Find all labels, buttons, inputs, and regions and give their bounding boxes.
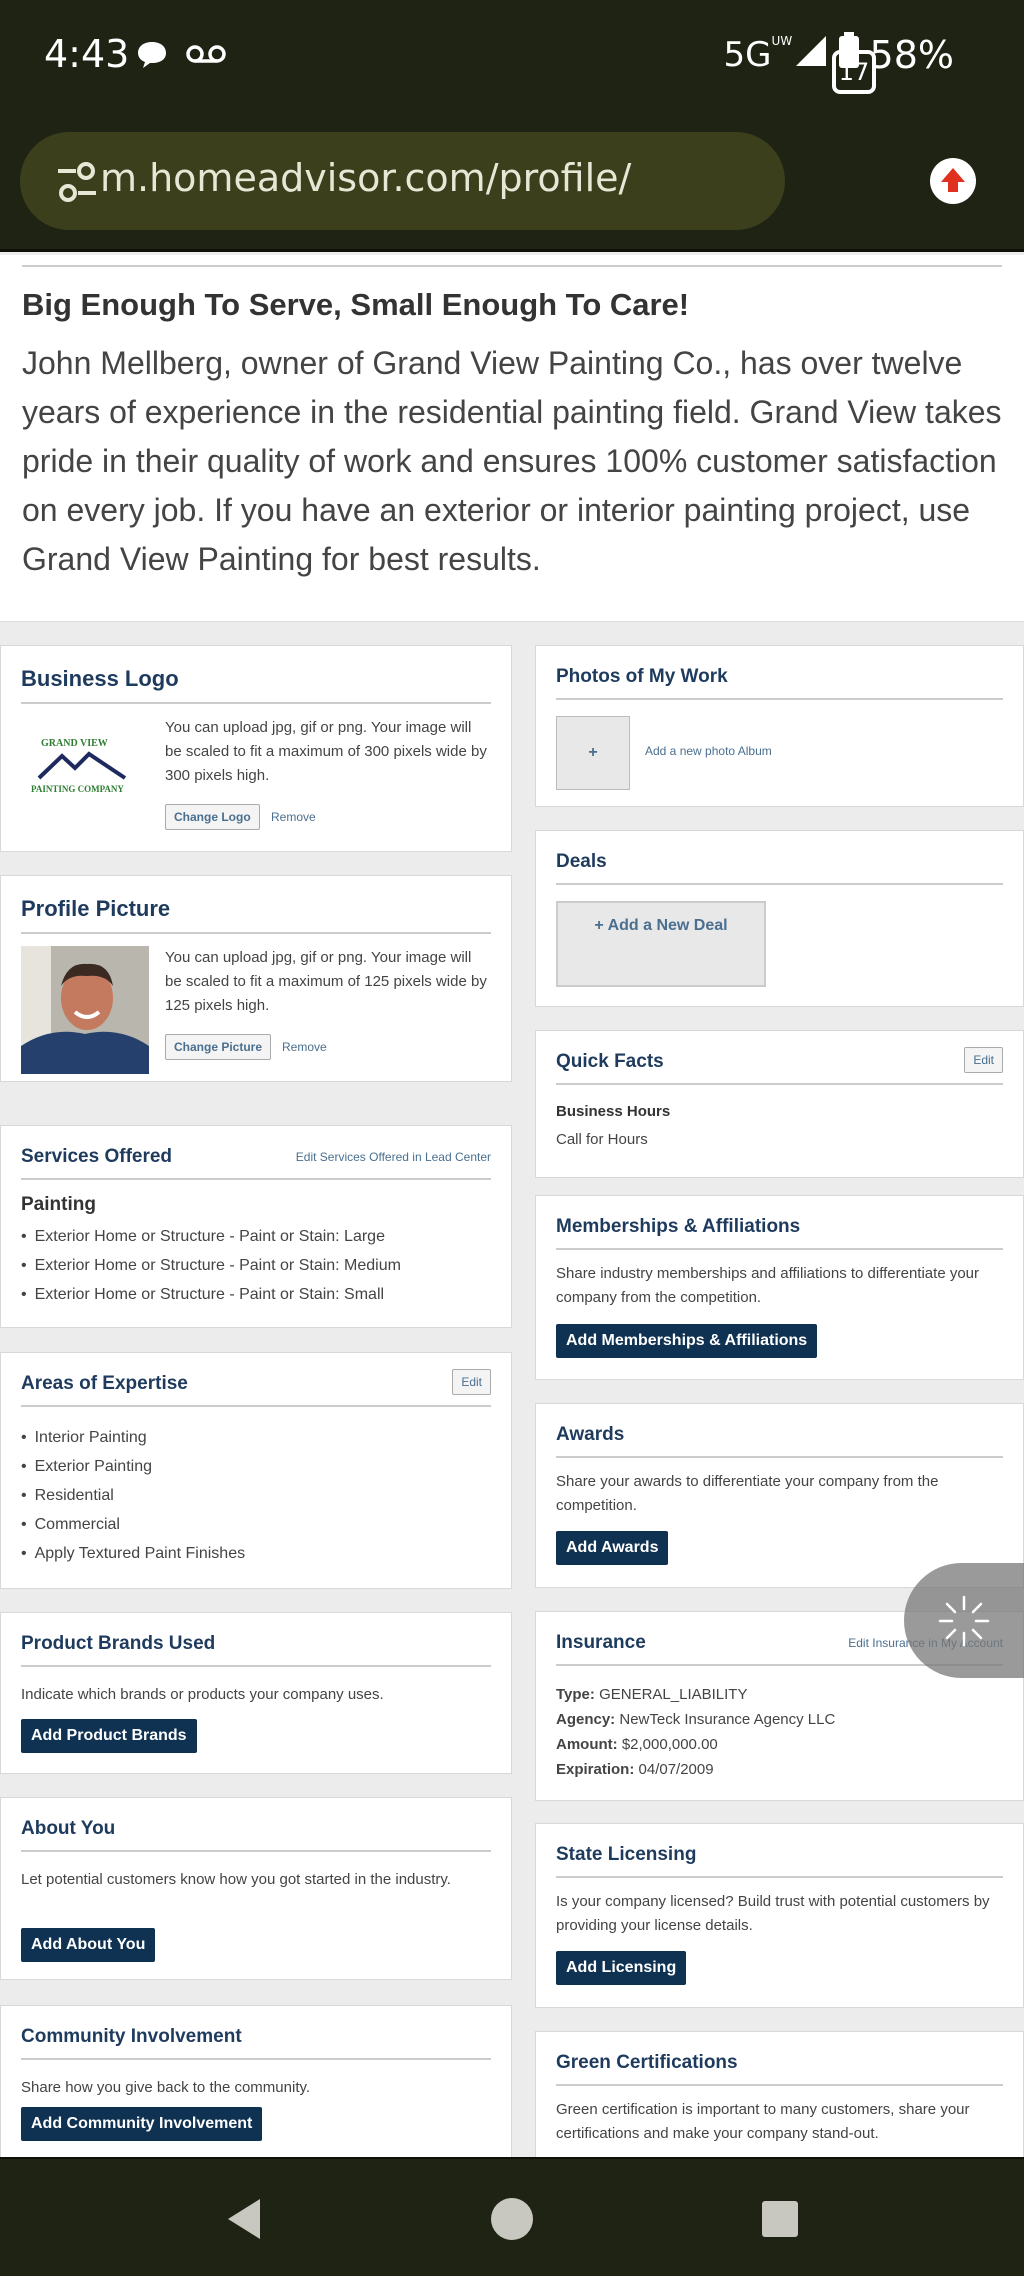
photos-card: Photos of My Work + Add a new photo Albu… (535, 645, 1024, 807)
url-text[interactable]: m.homeadvisor.com/profile/ (100, 156, 631, 200)
insurance-expiration: Expiration: 04/07/2009 (556, 1761, 714, 1778)
card-text: Indicate which brands or products your c… (21, 1686, 384, 1703)
service-category: Painting (21, 1194, 96, 1215)
product-brands-card: Product Brands Used Indicate which brand… (0, 1612, 512, 1774)
card-text: Share industry memberships and affiliati… (556, 1265, 980, 1306)
floating-action-button[interactable] (904, 1563, 1024, 1678)
card-title: Green Certifications (556, 2052, 1003, 2086)
add-licensing-button[interactable]: Add Licensing (556, 1951, 687, 1985)
card-title: Memberships & Affiliations (556, 1216, 1003, 1250)
upload-button[interactable] (930, 158, 976, 204)
insurance-amount: Amount: $2,000,000.00 (556, 1736, 718, 1753)
card-title: State Licensing (556, 1844, 1003, 1878)
list-item: Exterior Painting (21, 1452, 491, 1481)
business-hours-value: Call for Hours (556, 1131, 648, 1148)
recents-icon[interactable] (760, 2199, 800, 2239)
sparkle-icon (938, 1595, 990, 1647)
profile-page: Big Enough To Serve, Small Enough To Car… (0, 255, 1024, 2157)
state-licensing-card: State Licensing Is your company licensed… (535, 1823, 1024, 2008)
card-text: Share how you give back to the community… (21, 2079, 311, 2096)
card-title: Business Logo (21, 666, 491, 704)
about-you-card: About You Let potential customers know h… (0, 1797, 512, 1980)
add-about-you-button[interactable]: Add About You (21, 1928, 156, 1962)
change-picture-button[interactable]: Change Picture (165, 1034, 272, 1060)
business-hours-label: Business Hours (556, 1103, 671, 1120)
edit-expertise-button[interactable]: Edit (452, 1369, 491, 1395)
card-text: Let potential customers know how you got… (21, 1871, 451, 1888)
network-type: 5GUW (723, 33, 793, 75)
status-time: 4:43 (44, 32, 130, 76)
insurance-agency: Agency: NewTeck Insurance Agency LLC (556, 1711, 836, 1728)
bio-text: John Mellberg, owner of Grand View Paint… (22, 345, 1002, 577)
list-item: Exterior Home or Structure - Paint or St… (21, 1222, 491, 1251)
card-title: Photos of My Work (556, 666, 1003, 700)
card-title: About You (21, 1818, 491, 1852)
add-community-involvement-button[interactable]: Add Community Involvement (21, 2107, 263, 2141)
card-text: You can upload jpg, gif or png. Your ima… (165, 719, 487, 784)
change-logo-button[interactable]: Change Logo (165, 804, 260, 830)
browser-toolbar: m.homeadvisor.com/profile/ (0, 112, 1024, 252)
message-icon (136, 40, 168, 75)
services-offered-card: Services Offered Edit Services Offered i… (0, 1125, 512, 1328)
list-item: Interior Painting (21, 1423, 491, 1452)
list-item: Residential (21, 1481, 491, 1510)
card-title: Product Brands Used (21, 1633, 491, 1667)
bio-title: Big Enough To Serve, Small Enough To Car… (22, 287, 690, 322)
quick-facts-card: Quick Facts Edit Business Hours Call for… (535, 1030, 1024, 1178)
arrow-up-icon (941, 168, 965, 192)
profile-photo (21, 946, 149, 1074)
edit-services-link[interactable]: Edit Services Offered in Lead Center (296, 1150, 491, 1164)
mountain-icon (37, 751, 127, 780)
card-text: You can upload jpg, gif or png. Your ima… (165, 949, 487, 1014)
deals-card: Deals + Add a New Deal (535, 830, 1024, 1007)
community-involvement-card: Community Involvement Share how you give… (0, 2005, 512, 2157)
awards-card: Awards Share your awards to differentiat… (535, 1403, 1024, 1588)
add-product-brands-button[interactable]: Add Product Brands (21, 1719, 197, 1753)
card-title: Community Involvement (21, 2026, 491, 2060)
card-text: Share your awards to differentiate your … (556, 1473, 939, 1514)
signal-icon (794, 33, 828, 77)
home-icon[interactable] (490, 2197, 534, 2241)
add-photo-album-link[interactable]: Add a new photo Album (645, 744, 772, 758)
remove-logo-link[interactable]: Remove (271, 810, 316, 824)
list-item: Apply Textured Paint Finishes (21, 1539, 491, 1568)
card-title: Awards (556, 1424, 1003, 1458)
add-photo-button[interactable]: + (556, 716, 630, 790)
insurance-type: Type: GENERAL_LIABILITY (556, 1686, 748, 1703)
list-item: Exterior Home or Structure - Paint or St… (21, 1251, 491, 1280)
card-title: Quick Facts (556, 1051, 1003, 1085)
address-bar[interactable]: m.homeadvisor.com/profile/ (20, 132, 785, 230)
add-memberships-button[interactable]: Add Memberships & Affiliations (556, 1324, 818, 1358)
add-awards-button[interactable]: Add Awards (556, 1531, 669, 1565)
navigation-bar (0, 2157, 1024, 2276)
business-logo-card: Business Logo GRAND VIEW PAINTING COMPAN… (0, 645, 512, 852)
insurance-details: Type: GENERAL_LIABILITY Agency: NewTeck … (556, 1682, 1003, 1782)
list-item: Exterior Home or Structure - Paint or St… (21, 1280, 491, 1309)
tab-switcher-button[interactable]: 17 (832, 50, 876, 94)
memberships-card: Memberships & Affiliations Share industr… (535, 1195, 1024, 1380)
voicemail-icon (186, 44, 226, 69)
services-list: Exterior Home or Structure - Paint or St… (21, 1222, 491, 1309)
green-certifications-card: Green Certifications Green certification… (535, 2031, 1024, 2157)
divider (22, 265, 1002, 267)
remove-picture-link[interactable]: Remove (282, 1040, 327, 1054)
areas-of-expertise-card: Areas of Expertise Edit Interior Paintin… (0, 1352, 512, 1589)
back-icon[interactable] (224, 2197, 264, 2241)
card-text: Is your company licensed? Build trust wi… (556, 1893, 990, 1934)
bio-section: Big Enough To Serve, Small Enough To Car… (0, 255, 1024, 622)
site-settings-icon[interactable] (56, 162, 98, 207)
card-title: Profile Picture (21, 896, 491, 934)
edit-quick-facts-button[interactable]: Edit (964, 1047, 1003, 1073)
card-title: Deals (556, 851, 1003, 885)
add-deal-button[interactable]: + Add a New Deal (556, 901, 766, 987)
card-text: Green certification is important to many… (556, 2101, 970, 2142)
list-item: Commercial (21, 1510, 491, 1539)
expertise-list: Interior Painting Exterior Painting Resi… (21, 1423, 491, 1568)
card-title: Areas of Expertise (21, 1373, 491, 1407)
business-logo-image: GRAND VIEW PAINTING COMPANY (29, 738, 159, 818)
battery-level: 58% (869, 32, 954, 77)
profile-picture-card: Profile Picture You can upload jpg, gif … (0, 875, 512, 1082)
